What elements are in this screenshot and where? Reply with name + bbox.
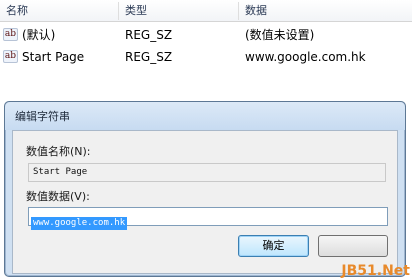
registry-value-list: 名称 类型 数据 ab (默认) REG_SZ (数值未设置) ab Start…	[0, 0, 412, 80]
list-header: 名称 类型 数据	[0, 0, 412, 22]
selected-text: www.google.com.hk	[31, 217, 128, 230]
value-name: Start Page	[22, 50, 85, 64]
column-header-type[interactable]: 类型	[119, 0, 147, 22]
value-data: (数值未设置)	[245, 28, 315, 42]
list-item[interactable]: ab (默认) REG_SZ (数值未设置)	[0, 24, 412, 46]
dialog-title: 编辑字符串	[15, 110, 70, 123]
dialog-body: 数值名称(N): Start Page 数值数据(V): www.google.…	[12, 130, 398, 274]
edit-string-dialog: 编辑字符串 数值名称(N): Start Page 数值数据(V): www.g…	[4, 101, 406, 277]
value-type: REG_SZ	[125, 28, 173, 42]
value-data-input[interactable]: www.google.com.hk	[28, 207, 388, 230]
value-data-label: 数值数据(V):	[26, 190, 90, 203]
list-item[interactable]: ab Start Page REG_SZ www.google.com.hk	[0, 46, 412, 68]
watermark-logo: JB51.Net	[341, 263, 410, 279]
ok-button[interactable]: 确定	[238, 235, 309, 257]
value-name-label: 数值名称(N):	[26, 145, 91, 158]
value-data: www.google.com.hk	[245, 50, 366, 64]
value-name-field: Start Page	[28, 163, 386, 182]
column-header-name[interactable]: 名称	[0, 0, 28, 22]
column-header-data[interactable]: 数据	[239, 0, 267, 22]
value-type: REG_SZ	[125, 50, 173, 64]
dialog-titlebar[interactable]: 编辑字符串	[5, 102, 405, 130]
registry-string-icon: ab	[3, 28, 18, 41]
cancel-button[interactable]	[318, 235, 388, 257]
registry-string-icon: ab	[3, 50, 18, 63]
value-name: (默认)	[22, 28, 56, 42]
